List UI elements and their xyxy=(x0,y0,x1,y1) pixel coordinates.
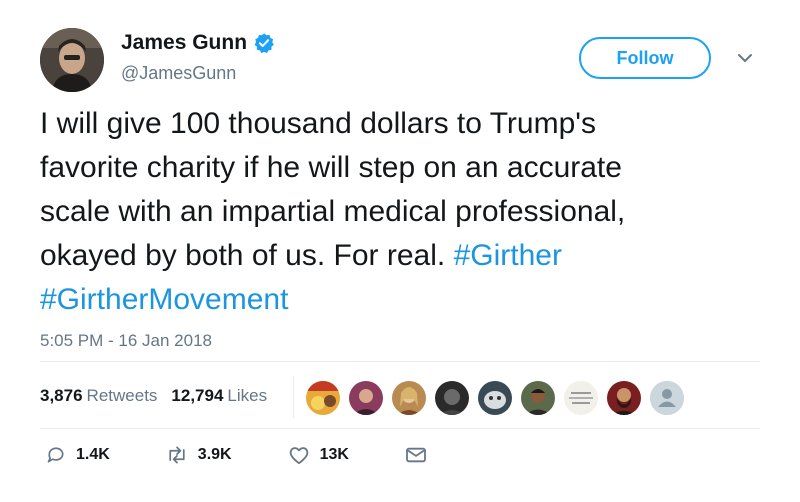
author-handle[interactable]: @JamesGunn xyxy=(121,63,236,84)
liker-avatar[interactable] xyxy=(650,381,684,415)
liker-avatar[interactable] xyxy=(306,381,340,415)
liker-avatar[interactable] xyxy=(435,381,469,415)
retweets-count: 3,876 xyxy=(40,386,83,405)
action-bar: 1.4K 3.9K 13K xyxy=(46,445,483,465)
likes-label: Likes xyxy=(227,386,268,405)
follow-button[interactable]: Follow xyxy=(579,37,711,79)
hashtag-link[interactable]: #Girther xyxy=(454,239,562,272)
likes-count: 12,794 xyxy=(171,386,224,405)
reply-icon xyxy=(47,447,64,463)
heart-icon xyxy=(289,447,308,465)
tweet-timestamp[interactable]: 5:05 PM - 16 Jan 2018 xyxy=(40,331,212,351)
liker-avatar[interactable] xyxy=(392,381,426,415)
chevron-down-icon[interactable] xyxy=(736,51,754,65)
liker-avatar[interactable] xyxy=(564,381,598,415)
tweet-text-line: I will give 100 thousand dollars to Trum… xyxy=(40,107,597,140)
tweet-text-line: favorite charity if he will step on an a… xyxy=(40,151,622,184)
retweet-icon xyxy=(169,446,185,464)
liker-avatar[interactable] xyxy=(607,381,641,415)
hashtag-link[interactable]: #GirtherMovement xyxy=(40,283,288,316)
divider xyxy=(40,428,760,429)
tweet-text-line: #GirtherMovement xyxy=(40,278,780,322)
likes-stat[interactable]: 12,794 Likes xyxy=(171,386,267,406)
like-count: 13K xyxy=(319,446,349,463)
like-action[interactable]: 13K xyxy=(288,445,349,465)
tweet-text-line: scale with an impartial medical professi… xyxy=(40,195,626,228)
envelope-icon xyxy=(406,447,426,463)
reply-action[interactable]: 1.4K xyxy=(46,445,110,465)
tweet-text-line: okayed by both of us. For real. #Girther xyxy=(40,234,780,278)
message-action[interactable] xyxy=(405,446,427,464)
author-name[interactable]: James Gunn xyxy=(121,31,275,55)
retweets-label: Retweets xyxy=(86,386,158,405)
engagement-stats: 3,876 Retweets 12,794 Likes xyxy=(40,386,267,406)
tweet-card: James Gunn @JamesGunn Follow I will give… xyxy=(0,0,800,502)
verified-badge-icon xyxy=(254,33,274,54)
retweet-action[interactable]: 3.9K xyxy=(166,445,232,465)
tweet-text: I will give 100 thousand dollars to Trum… xyxy=(40,102,780,322)
tweet-text-segment: okayed by both of us. For real. xyxy=(40,239,454,272)
reply-count: 1.4K xyxy=(76,446,110,463)
retweets-stat[interactable]: 3,876 Retweets xyxy=(40,386,157,406)
author-avatar[interactable] xyxy=(40,28,104,92)
liker-avatars xyxy=(306,381,684,415)
author-name-text[interactable]: James Gunn xyxy=(121,31,247,55)
liker-avatar[interactable] xyxy=(349,381,383,415)
retweet-count: 3.9K xyxy=(197,446,232,463)
liker-avatar[interactable] xyxy=(521,381,555,415)
divider xyxy=(40,361,760,362)
liker-avatar[interactable] xyxy=(478,381,512,415)
stats-separator xyxy=(293,376,294,418)
